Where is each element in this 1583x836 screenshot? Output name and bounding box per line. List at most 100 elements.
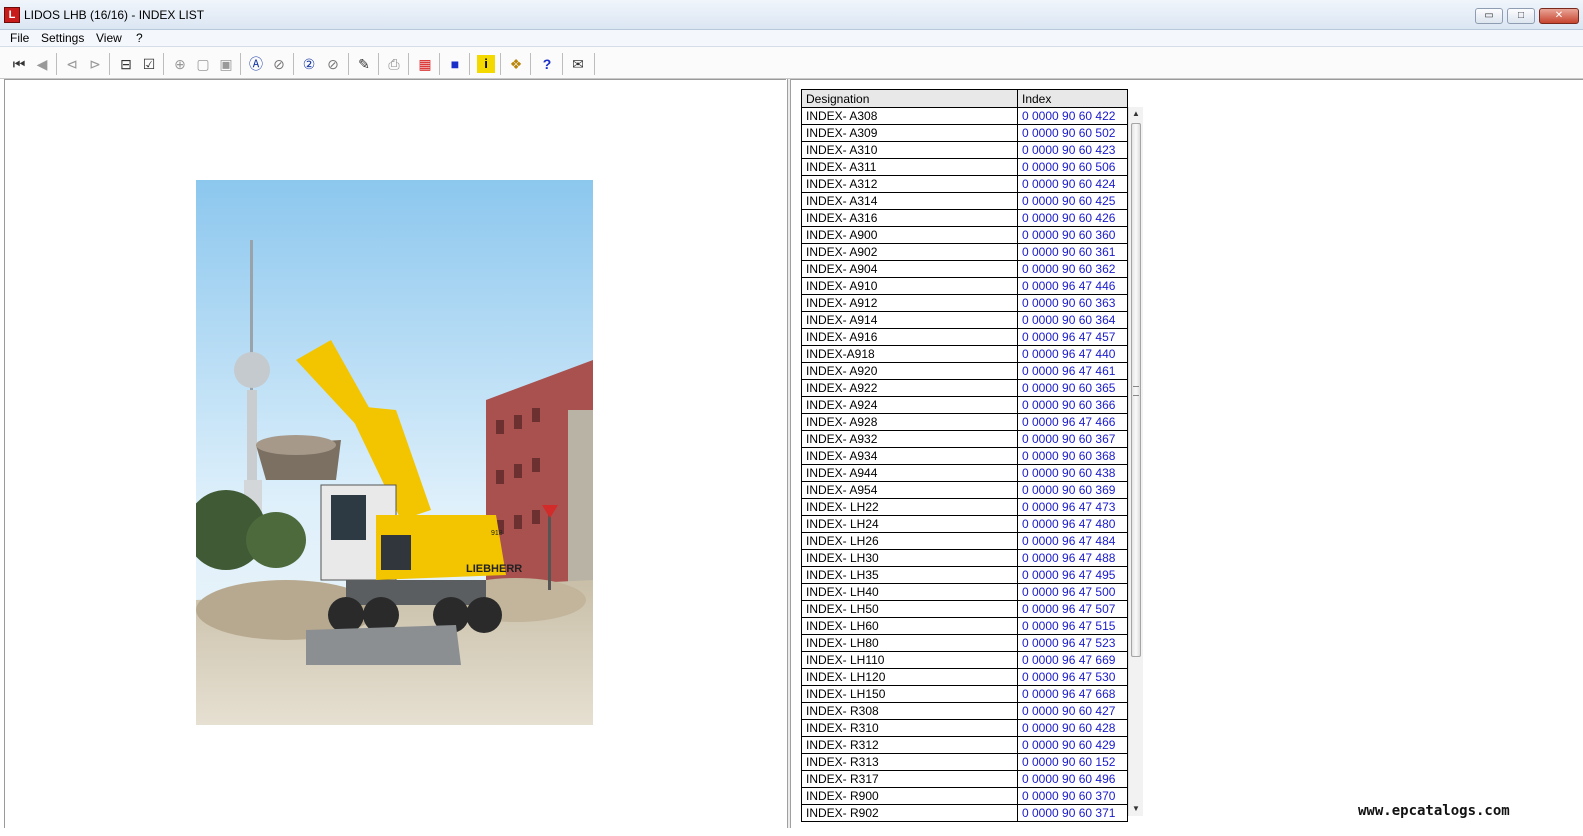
index-link[interactable]: 0 0000 96 47 457 — [1017, 328, 1128, 346]
scroll-up-icon[interactable]: ▲ — [1129, 107, 1143, 121]
index-link[interactable]: 0 0000 96 47 461 — [1017, 362, 1128, 380]
checklist-button[interactable]: ☑ — [140, 55, 158, 73]
close-button[interactable]: ✕ — [1539, 8, 1579, 24]
table-row[interactable]: INDEX- A309 0 0000 90 60 502 — [801, 124, 1128, 142]
table-row[interactable]: INDEX- A924 0 0000 90 60 366 — [801, 396, 1128, 414]
index-link[interactable]: 0 0000 96 47 523 — [1017, 634, 1128, 652]
table-row[interactable]: INDEX- A954 0 0000 90 60 369 — [801, 481, 1128, 499]
table-row[interactable]: INDEX- R310 0 0000 90 60 428 — [801, 719, 1128, 737]
mail-button[interactable]: ✉ — [569, 55, 587, 73]
index-link[interactable]: 0 0000 96 47 446 — [1017, 277, 1128, 295]
index-link[interactable]: 0 0000 96 47 440 — [1017, 345, 1128, 363]
table-row[interactable]: INDEX- LH50 0 0000 96 47 507 — [801, 600, 1128, 618]
index-link[interactable]: 0 0000 90 60 365 — [1017, 379, 1128, 397]
table-row[interactable]: INDEX- LH26 0 0000 96 47 484 — [801, 532, 1128, 550]
index-link[interactable]: 0 0000 96 47 500 — [1017, 583, 1128, 601]
circle-a-button[interactable]: Ⓐ — [247, 55, 265, 73]
index-link[interactable]: 0 0000 96 47 495 — [1017, 566, 1128, 584]
index-link[interactable]: 0 0000 90 60 426 — [1017, 209, 1128, 227]
table-row[interactable]: INDEX- A310 0 0000 90 60 423 — [801, 141, 1128, 159]
index-link[interactable]: 0 0000 90 60 368 — [1017, 447, 1128, 465]
zoom-button[interactable]: ⊕ — [171, 55, 189, 73]
forward-book-button[interactable]: ⊳ — [86, 55, 104, 73]
index-link[interactable]: 0 0000 96 47 488 — [1017, 549, 1128, 567]
print-button[interactable]: ⎙ — [385, 55, 403, 73]
table-row[interactable]: INDEX- R902 0 0000 90 60 371 — [801, 804, 1128, 822]
maximize-button[interactable]: □ — [1507, 8, 1535, 24]
info-button[interactable]: i — [477, 55, 495, 73]
page-copy-button[interactable]: ▣ — [217, 55, 235, 73]
lidos-help-button[interactable]: ? — [538, 55, 556, 73]
index-link[interactable]: 0 0000 96 47 480 — [1017, 515, 1128, 533]
column-header-designation[interactable]: Designation — [801, 89, 1018, 108]
table-row[interactable]: INDEX- LH22 0 0000 96 47 473 — [801, 498, 1128, 516]
table-row[interactable]: INDEX- R900 0 0000 90 60 370 — [801, 787, 1128, 805]
previous-button[interactable]: ◀ — [33, 55, 51, 73]
table-row[interactable]: INDEX- A311 0 0000 90 60 506 — [801, 158, 1128, 176]
table-row[interactable]: INDEX- R313 0 0000 90 60 152 — [801, 753, 1128, 771]
index-link[interactable]: 0 0000 90 60 361 — [1017, 243, 1128, 261]
index-link[interactable]: 0 0000 90 60 506 — [1017, 158, 1128, 176]
index-link[interactable]: 0 0000 96 47 515 — [1017, 617, 1128, 635]
index-link[interactable]: 0 0000 90 60 364 — [1017, 311, 1128, 329]
index-link[interactable]: 0 0000 90 60 360 — [1017, 226, 1128, 244]
scroll-thumb[interactable] — [1131, 123, 1141, 657]
table-row[interactable]: INDEX- R308 0 0000 90 60 427 — [801, 702, 1128, 720]
index-link[interactable]: 0 0000 90 60 422 — [1017, 107, 1128, 125]
table-row[interactable]: INDEX- LH110 0 0000 96 47 669 — [801, 651, 1128, 669]
index-link[interactable]: 0 0000 90 60 425 — [1017, 192, 1128, 210]
index-link[interactable]: 0 0000 90 60 423 — [1017, 141, 1128, 159]
table-row[interactable]: INDEX- A308 0 0000 90 60 422 — [801, 107, 1128, 125]
catalog-button[interactable]: ⊟ — [117, 55, 135, 73]
table-row[interactable]: INDEX- A904 0 0000 90 60 362 — [801, 260, 1128, 278]
menu-help[interactable]: ? — [136, 31, 143, 45]
table-row[interactable]: INDEX- A916 0 0000 96 47 457 — [801, 328, 1128, 346]
table-row[interactable]: INDEX- A944 0 0000 90 60 438 — [801, 464, 1128, 482]
back-book-button[interactable]: ⊲ — [63, 55, 81, 73]
circle-2-button[interactable]: ② — [300, 55, 318, 73]
vertical-scrollbar[interactable]: ▲ ▼ — [1128, 107, 1143, 816]
index-link[interactable]: 0 0000 90 60 367 — [1017, 430, 1128, 448]
index-link[interactable]: 0 0000 96 47 530 — [1017, 668, 1128, 686]
table-row[interactable]: INDEX- A932 0 0000 90 60 367 — [801, 430, 1128, 448]
index-link[interactable]: 0 0000 90 60 502 — [1017, 124, 1128, 142]
table-row[interactable]: INDEX- A316 0 0000 90 60 426 — [801, 209, 1128, 227]
table-row[interactable]: INDEX- LH80 0 0000 96 47 523 — [801, 634, 1128, 652]
table-row[interactable]: INDEX- LH24 0 0000 96 47 480 — [801, 515, 1128, 533]
index-link[interactable]: 0 0000 90 60 363 — [1017, 294, 1128, 312]
table-row[interactable]: INDEX- A922 0 0000 90 60 365 — [801, 379, 1128, 397]
menu-view[interactable]: View — [96, 31, 122, 45]
blue-square-button[interactable]: ■ — [446, 55, 464, 73]
table-row[interactable]: INDEX- LH60 0 0000 96 47 515 — [801, 617, 1128, 635]
index-link[interactable]: 0 0000 96 47 484 — [1017, 532, 1128, 550]
table-row[interactable]: INDEX- LH30 0 0000 96 47 488 — [801, 549, 1128, 567]
minimize-button[interactable]: ▭ — [1475, 8, 1503, 24]
table-row[interactable]: INDEX- A920 0 0000 96 47 461 — [801, 362, 1128, 380]
index-link[interactable]: 0 0000 90 60 371 — [1017, 804, 1128, 822]
table-row[interactable]: INDEX- A312 0 0000 90 60 424 — [801, 175, 1128, 193]
index-link[interactable]: 0 0000 90 60 370 — [1017, 787, 1128, 805]
table-row[interactable]: INDEX- LH40 0 0000 96 47 500 — [801, 583, 1128, 601]
index-link[interactable]: 0 0000 90 60 429 — [1017, 736, 1128, 754]
table-row[interactable]: INDEX- A914 0 0000 90 60 364 — [801, 311, 1128, 329]
index-link[interactable]: 0 0000 90 60 366 — [1017, 396, 1128, 414]
index-link[interactable]: 0 0000 90 60 438 — [1017, 464, 1128, 482]
index-link[interactable]: 0 0000 90 60 496 — [1017, 770, 1128, 788]
page-button[interactable]: ▢ — [194, 55, 212, 73]
index-link[interactable]: 0 0000 90 60 428 — [1017, 719, 1128, 737]
index-link[interactable]: 0 0000 96 47 507 — [1017, 600, 1128, 618]
table-row[interactable]: INDEX- LH35 0 0000 96 47 495 — [801, 566, 1128, 584]
edit-button[interactable]: ✎ — [355, 55, 373, 73]
index-link[interactable]: 0 0000 90 60 424 — [1017, 175, 1128, 193]
index-link[interactable]: 0 0000 90 60 362 — [1017, 260, 1128, 278]
table-row[interactable]: INDEX- LH150 0 0000 96 47 668 — [801, 685, 1128, 703]
scroll-down-icon[interactable]: ▼ — [1129, 802, 1143, 816]
index-link[interactable]: 0 0000 96 47 669 — [1017, 651, 1128, 669]
search-2-button[interactable]: ⊘ — [324, 55, 342, 73]
grid-button[interactable]: ▦ — [416, 55, 434, 73]
table-row[interactable]: INDEX- A902 0 0000 90 60 361 — [801, 243, 1128, 261]
index-link[interactable]: 0 0000 96 47 473 — [1017, 498, 1128, 516]
menu-file[interactable]: File — [10, 31, 29, 45]
table-row[interactable]: INDEX-A918 0 0000 96 47 440 — [801, 345, 1128, 363]
table-row[interactable]: INDEX- A934 0 0000 90 60 368 — [801, 447, 1128, 465]
